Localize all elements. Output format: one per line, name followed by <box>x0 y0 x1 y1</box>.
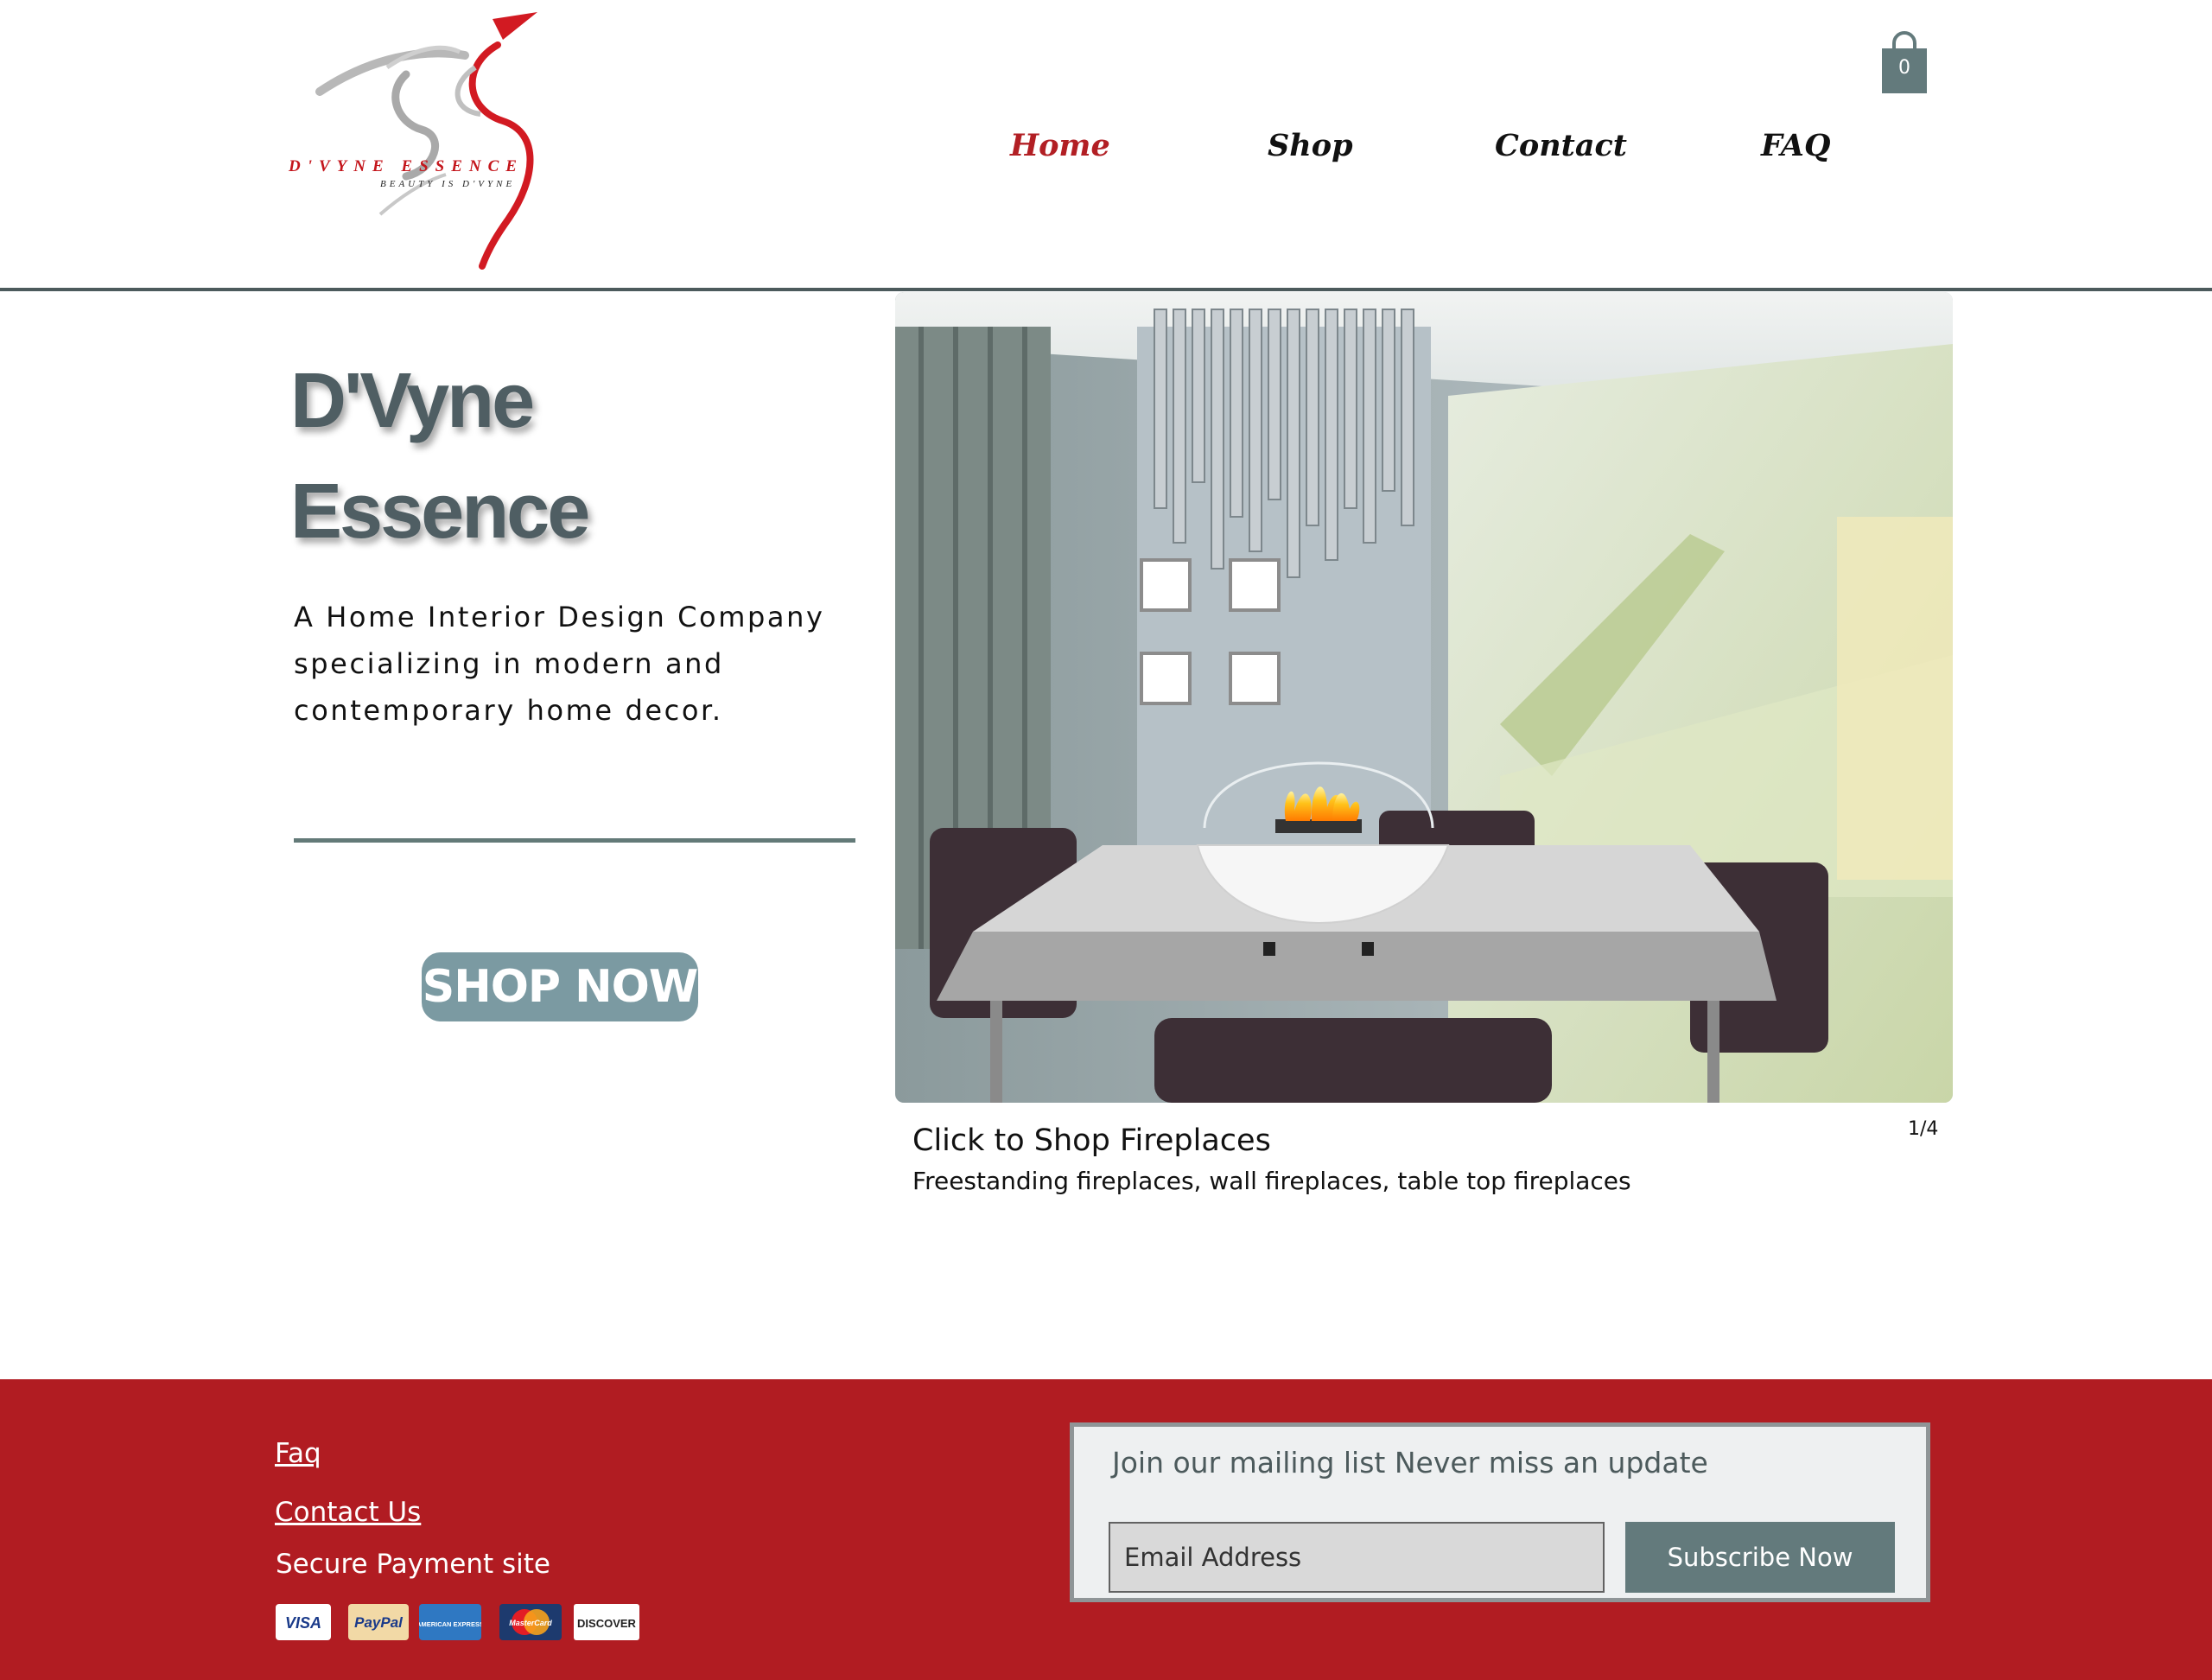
svg-text:D'VYNE ESSENCE: D'VYNE ESSENCE <box>288 157 524 175</box>
hero-title-line1: D'Vyne <box>290 358 535 444</box>
slide-subtitle: Freestanding fireplaces, wall fireplaces… <box>912 1167 1631 1195</box>
mailing-list-form: Join our mailing list Never miss an upda… <box>1070 1422 1930 1602</box>
main-nav: Home Shop Contact FAQ <box>985 128 1901 176</box>
svg-text:MasterCard: MasterCard <box>509 1619 552 1627</box>
slide-title[interactable]: Click to Shop Fireplaces <box>912 1123 1271 1158</box>
discover-card-icon: DISCOVER <box>574 1604 639 1640</box>
svg-text:BEAUTY IS D'VYNE: BEAUTY IS D'VYNE <box>380 179 515 189</box>
slide-counter: 1/4 <box>1908 1118 1939 1140</box>
fireplace-room-photo <box>895 292 1953 1103</box>
paypal-card-icon: PayPal <box>348 1604 409 1640</box>
svg-text:PayPal: PayPal <box>354 1614 404 1631</box>
mailing-list-title: Join our mailing list Never miss an upda… <box>1112 1446 1708 1480</box>
header-divider <box>0 288 2212 291</box>
amex-card-icon: AMERICAN EXPRESS <box>419 1604 481 1640</box>
visa-card-icon: VISA <box>276 1604 331 1640</box>
hero-title: D'Vyne Essence <box>290 346 774 567</box>
gallery-slide-image[interactable] <box>895 292 1953 1103</box>
cart-button[interactable]: 0 <box>1880 31 1929 95</box>
nav-shop[interactable]: Shop <box>1268 128 1353 163</box>
footer-contact-link[interactable]: Contact Us <box>275 1497 421 1528</box>
hero-title-line2: Essence <box>290 468 590 555</box>
brand-logo[interactable]: D'VYNE ESSENCE BEAUTY IS D'VYNE <box>276 7 657 277</box>
svg-text:AMERICAN EXPRESS: AMERICAN EXPRESS <box>419 1620 481 1628</box>
nav-faq[interactable]: FAQ <box>1761 128 1830 163</box>
shop-now-button[interactable]: SHOP NOW <box>422 952 698 1021</box>
hero-description: A Home Interior Design Company specializ… <box>294 601 825 727</box>
cart-count: 0 <box>1898 57 1910 79</box>
mastercard-card-icon: MasterCard <box>499 1604 562 1640</box>
svg-text:VISA: VISA <box>285 1614 321 1632</box>
logo-mark: D'VYNE ESSENCE BEAUTY IS D'VYNE <box>288 12 537 270</box>
hero-divider <box>294 838 855 843</box>
svg-text:DISCOVER: DISCOVER <box>577 1617 637 1630</box>
footer-faq-link[interactable]: Faq <box>275 1438 321 1469</box>
subscribe-button[interactable]: Subscribe Now <box>1625 1522 1895 1593</box>
email-field[interactable] <box>1109 1522 1605 1593</box>
nav-home[interactable]: Home <box>1010 128 1110 163</box>
secure-payment-label: Secure Payment site <box>276 1549 550 1580</box>
nav-contact[interactable]: Contact <box>1495 128 1627 163</box>
